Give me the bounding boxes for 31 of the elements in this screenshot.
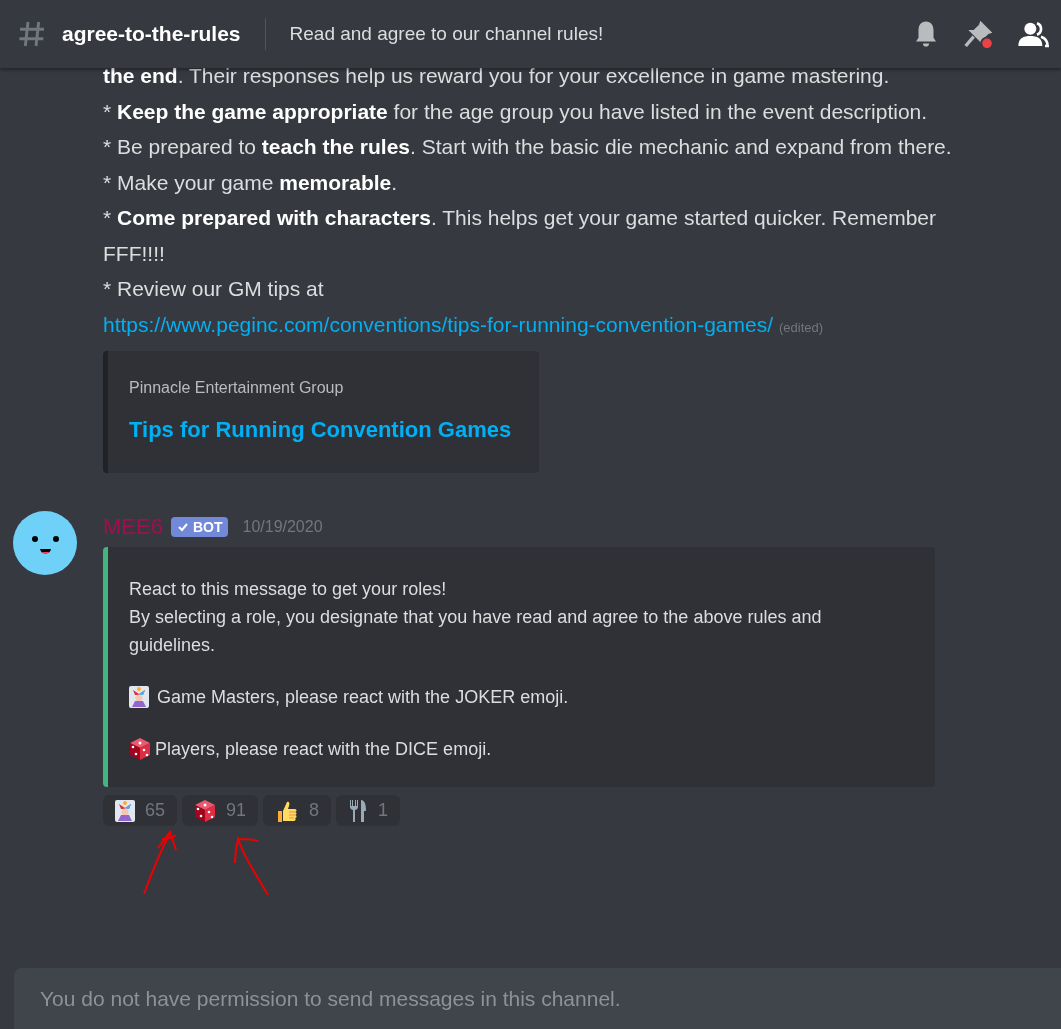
die-icon <box>129 737 151 761</box>
embed-text: React to this message to get your roles! <box>129 578 447 601</box>
pin-icon[interactable] <box>963 18 995 50</box>
embed-text: By selecting a role, you designate that you have read and agree to the above rules and guidelines. <box>129 606 823 657</box>
message-text: *Come prepared with characters. This helps get your game started quicker. Remember FFF!!!! <box>103 205 937 267</box>
author-name[interactable]: MEE6 <box>103 514 163 540</box>
joker-icon <box>129 686 149 708</box>
message-timestamp: 10/19/2020 <box>242 518 323 536</box>
die-icon <box>194 798 217 823</box>
message-text: * Review our GM tips at <box>103 277 324 300</box>
bot-avatar[interactable] <box>13 511 77 575</box>
url-link[interactable]: https://www.peginc.com/conventions/tips-for-running-convention-games/ <box>103 312 773 336</box>
checkmark-icon <box>176 521 189 533</box>
embed-title-link[interactable]: Tips for Running Convention Games <box>129 417 515 443</box>
message-text: * Be prepared to teach the rules. Start with the basic die mechanic and expand from there. <box>103 134 953 160</box>
bot-tag: BOT <box>170 517 229 537</box>
message-text: the end. Their responses help us reward you for your excellence in game mastering. <box>103 63 891 89</box>
fork-knife-icon <box>348 798 369 823</box>
reaction-button[interactable]: 1 <box>336 795 401 826</box>
channel-name: agree-to-the-rules <box>62 22 241 46</box>
embed-text: Game Masters, please react with the JOKER emoji. <box>157 686 569 709</box>
channel-topic: Read and agree to our channel rules! <box>289 23 605 45</box>
embed-provider: Pinnacle Entertainment Group <box>129 379 345 397</box>
embed-text: Players, please react with the DICE emoji. <box>155 738 492 761</box>
edited-label: (edited) <box>779 319 824 335</box>
message-text: * Make your game memorable. <box>103 169 399 196</box>
reaction-button[interactable]: 8 <box>263 795 332 826</box>
message-text: *Keep the game appropriate for the age group you have listed in the event description. <box>103 98 929 125</box>
joker-icon <box>115 799 135 822</box>
reaction-button[interactable]: 91 <box>182 795 259 826</box>
reaction-button[interactable]: 65 <box>103 795 178 826</box>
